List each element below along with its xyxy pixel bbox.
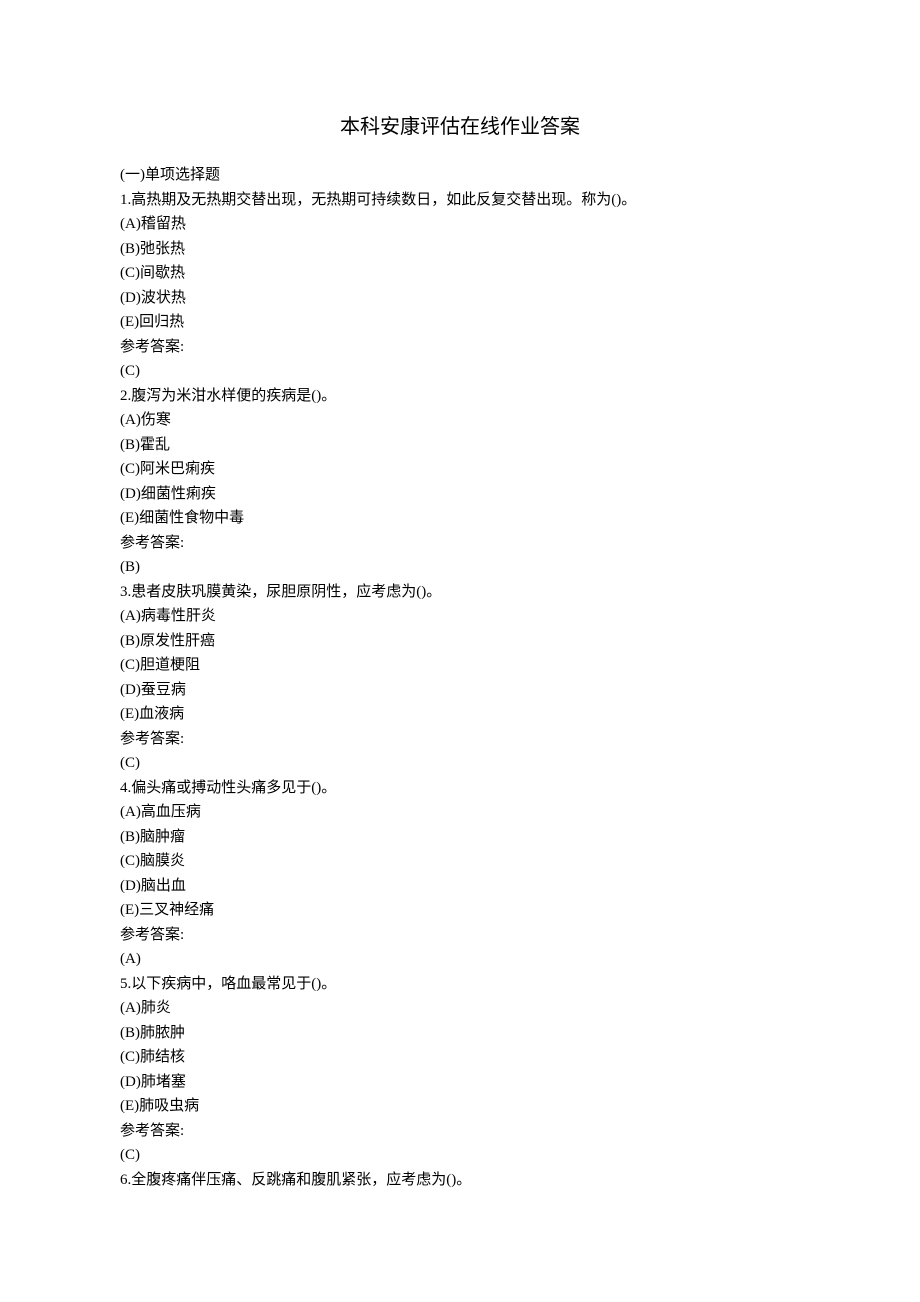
question-option: (C)间歇热 [120,261,800,286]
answer-label: 参考答案: [120,727,800,752]
question-option: (D)肺堵塞 [120,1070,800,1095]
question-option: (A)稽留热 [120,212,800,237]
question-option: (B)弛张热 [120,237,800,262]
question-option: (A)伤寒 [120,408,800,433]
question-option: (A)病毒性肝炎 [120,604,800,629]
question-option: (D)脑出血 [120,874,800,899]
question-option: (B)脑肿瘤 [120,825,800,850]
question-option: (A)肺炎 [120,996,800,1021]
answer-value: (B) [120,555,800,580]
questions-container: 1.高热期及无热期交替出现，无热期可持续数日，如此反复交替出现。称为()。(A)… [120,188,800,1193]
section-heading: (一)单项选择题 [120,163,800,188]
question-option: (C)胆道梗阻 [120,653,800,678]
answer-label: 参考答案: [120,1119,800,1144]
question-option: (E)肺吸虫病 [120,1094,800,1119]
question-option: (B)肺脓肿 [120,1021,800,1046]
question-option: (B)原发性肝癌 [120,629,800,654]
answer-label: 参考答案: [120,335,800,360]
question-option: (E)血液病 [120,702,800,727]
question-option: (A)高血压病 [120,800,800,825]
question-option: (C)脑膜炎 [120,849,800,874]
answer-label: 参考答案: [120,923,800,948]
answer-value: (C) [120,751,800,776]
question-stem: 1.高热期及无热期交替出现，无热期可持续数日，如此反复交替出现。称为()。 [120,188,800,213]
question-stem: 2.腹泻为米泔水样便的疾病是()。 [120,384,800,409]
question-stem: 4.偏头痛或搏动性头痛多见于()。 [120,776,800,801]
question-stem: 6.全腹疼痛伴压痛、反跳痛和腹肌紧张，应考虑为()。 [120,1168,800,1193]
question-option: (E)三叉神经痛 [120,898,800,923]
page-title: 本科安康评估在线作业答案 [120,110,800,139]
question-option: (E)细菌性食物中毒 [120,506,800,531]
question-option: (C)阿米巴痢疾 [120,457,800,482]
question-option: (B)霍乱 [120,433,800,458]
question-option: (E)回归热 [120,310,800,335]
answer-value: (C) [120,359,800,384]
question-option: (D)细菌性痢疾 [120,482,800,507]
question-option: (D)波状热 [120,286,800,311]
question-stem: 3.患者皮肤巩膜黄染，尿胆原阴性，应考虑为()。 [120,580,800,605]
question-option: (C)肺结核 [120,1045,800,1070]
question-option: (D)蚕豆病 [120,678,800,703]
answer-value: (C) [120,1143,800,1168]
answer-value: (A) [120,947,800,972]
answer-label: 参考答案: [120,531,800,556]
question-stem: 5.以下疾病中，咯血最常见于()。 [120,972,800,997]
document-page: 本科安康评估在线作业答案 (一)单项选择题 1.高热期及无热期交替出现，无热期可… [0,0,920,1252]
